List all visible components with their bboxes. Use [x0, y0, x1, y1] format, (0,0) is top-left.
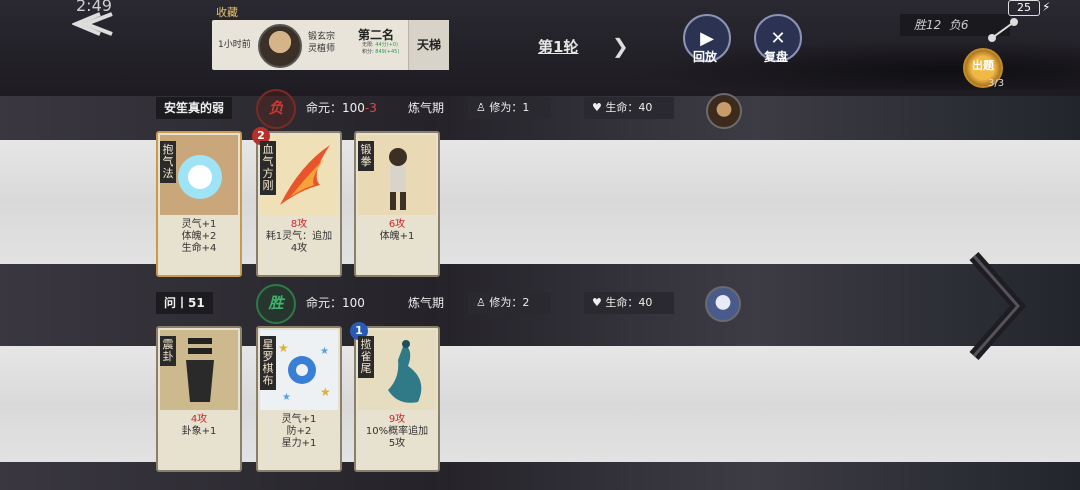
card-effect: 6攻 体魄+1: [356, 219, 438, 243]
network-node-icon[interactable]: [984, 14, 1028, 44]
skill-card[interactable]: 震卦 4攻 卦象+1: [156, 326, 242, 472]
card-effect: 灵气+1 防+2 星力+1: [258, 414, 340, 450]
person-icon: ♙: [476, 101, 486, 114]
effect-line: 防+2: [286, 426, 312, 437]
hp-value: 生命：40: [605, 296, 653, 309]
svg-text:★: ★: [320, 346, 329, 357]
cultivation-stat: ♙ 修为：1: [468, 97, 552, 119]
effect-line: 6攻: [388, 219, 406, 230]
losses: 负6: [948, 18, 969, 32]
stat-line: 无限:: [362, 42, 374, 48]
card-title: 抱气法: [160, 141, 176, 183]
svg-text:★: ★: [320, 385, 331, 399]
crossed-swords-icon: ✕: [770, 27, 786, 49]
life-value: 命元：100-3: [306, 97, 377, 119]
next-round-icon[interactable]: ❯: [612, 34, 629, 58]
effect-line: 4攻: [290, 243, 308, 254]
life-label: 命元：100: [306, 296, 365, 310]
rank-text: 第二名: [358, 28, 395, 42]
play-icon: ▶: [700, 27, 714, 49]
role-title: 灵植师: [308, 44, 336, 54]
realm: 炼气期: [408, 101, 445, 115]
skill-card[interactable]: 锻拳 6攻 体魄+1: [354, 131, 440, 277]
card-title: 血气方刚: [260, 141, 276, 195]
hp-stat: ♥ 生命：40: [584, 292, 675, 314]
card-title: 揽雀尾: [358, 336, 374, 378]
hp-value: 生命：40: [605, 101, 653, 114]
player1-bar: 安笙真的弱 负 命元：100-3 炼气期 ♙ 修为：1 ♥ 生命：40: [156, 89, 746, 129]
review-label: 复盘: [764, 50, 789, 64]
heart-icon: ♥: [592, 296, 602, 309]
effect-line: 10%概率追加: [365, 426, 429, 437]
card-title: 星罗棋布: [260, 336, 276, 390]
card-effect: 8攻 耗1灵气：追加 4攻: [258, 219, 340, 255]
skill-card[interactable]: 2 血气方刚 8攻 耗1灵气：追加 4攻: [252, 127, 342, 277]
player1-name: 安笙真的弱: [156, 97, 233, 119]
card-effect: 4攻 卦象+1: [158, 414, 240, 438]
rank-stats: 无限: 44分(+0) 积分: 849(+45): [362, 42, 399, 56]
back-arrow-icon[interactable]: [72, 10, 116, 38]
sect-info: 锻玄宗 灵植师: [308, 31, 335, 55]
replay-label: 回放: [693, 50, 718, 64]
player1-avatar[interactable]: [706, 93, 742, 129]
stat-line: 44分(+0): [375, 42, 398, 48]
skill-card[interactable]: ★ ★ ★ ★ 星罗棋布 灵气+1 防+2 星力+1: [256, 326, 342, 472]
effect-line: 体魄+2: [181, 231, 217, 242]
player2-bar: 问丨51 胜 命元：100 炼气期 ♙ 修为：2 ♥ 生命：40: [156, 284, 746, 324]
effect-line: 体魄+1: [379, 231, 415, 242]
effect-line: 5攻: [388, 438, 406, 449]
person-icon: ♙: [476, 296, 486, 309]
cultivation-value: 修为：1: [489, 101, 530, 114]
life-value: 命元：100: [306, 292, 365, 314]
skill-card[interactable]: 1 揽雀尾 9攻 10%概率追加 5攻: [350, 322, 440, 472]
effect-line: 耗1灵气：追加: [265, 231, 333, 242]
tournament-count: 3/3: [988, 78, 1005, 89]
player2-name: 问丨51: [156, 292, 213, 314]
effect-line: 灵气+1: [281, 414, 317, 425]
effect-line: 9攻: [388, 414, 406, 425]
result-lose-badge: 负: [256, 89, 296, 129]
favorite-label[interactable]: 收藏: [216, 4, 238, 20]
opponent-avatar: [258, 24, 302, 68]
svg-text:★: ★: [282, 392, 291, 403]
time-ago: 1小时前: [218, 40, 251, 50]
realm: 炼气期: [408, 296, 445, 310]
next-page-arrow-icon[interactable]: [966, 252, 1026, 360]
hp-stat: ♥ 生命：40: [584, 97, 675, 119]
life-delta: -3: [364, 101, 377, 115]
match-record-card[interactable]: 1小时前 锻玄宗 灵植师 第二名 无限: 44分(+0) 积分: 849(+45…: [212, 20, 449, 70]
heart-icon: ♥: [592, 101, 602, 114]
stat-line: 849(+45): [375, 49, 400, 55]
effect-line: 灵气+1: [181, 219, 217, 230]
result-win-badge: 胜: [256, 284, 296, 324]
card-title: 震卦: [160, 336, 176, 366]
cultivation-value: 修为：2: [489, 296, 530, 309]
ladder-tag: 天梯: [408, 20, 449, 70]
card-effect: 灵气+1 体魄+2 生命+4: [158, 219, 240, 255]
card-effect: 9攻 10%概率追加 5攻: [356, 414, 438, 450]
sect-name: 锻玄宗: [308, 32, 336, 42]
charging-icon: ⚡: [1042, 0, 1051, 14]
round-label: 第1轮: [538, 38, 579, 56]
effect-line: 卦象+1: [181, 426, 217, 437]
effect-line: 8攻: [290, 219, 308, 230]
stat-line: 积分:: [362, 49, 374, 55]
player2-avatar[interactable]: [705, 286, 741, 322]
effect-line: 生命+4: [181, 243, 217, 254]
life-label: 命元：100: [306, 101, 365, 115]
card-title: 锻拳: [358, 141, 374, 171]
svg-text:★: ★: [278, 341, 289, 355]
skill-card[interactable]: 抱气法 灵气+1 体魄+2 生命+4: [156, 131, 242, 277]
wins: 胜12: [914, 18, 942, 32]
effect-line: 4攻: [190, 414, 208, 425]
cultivation-stat: ♙ 修为：2: [468, 292, 552, 314]
effect-line: 星力+1: [281, 438, 317, 449]
